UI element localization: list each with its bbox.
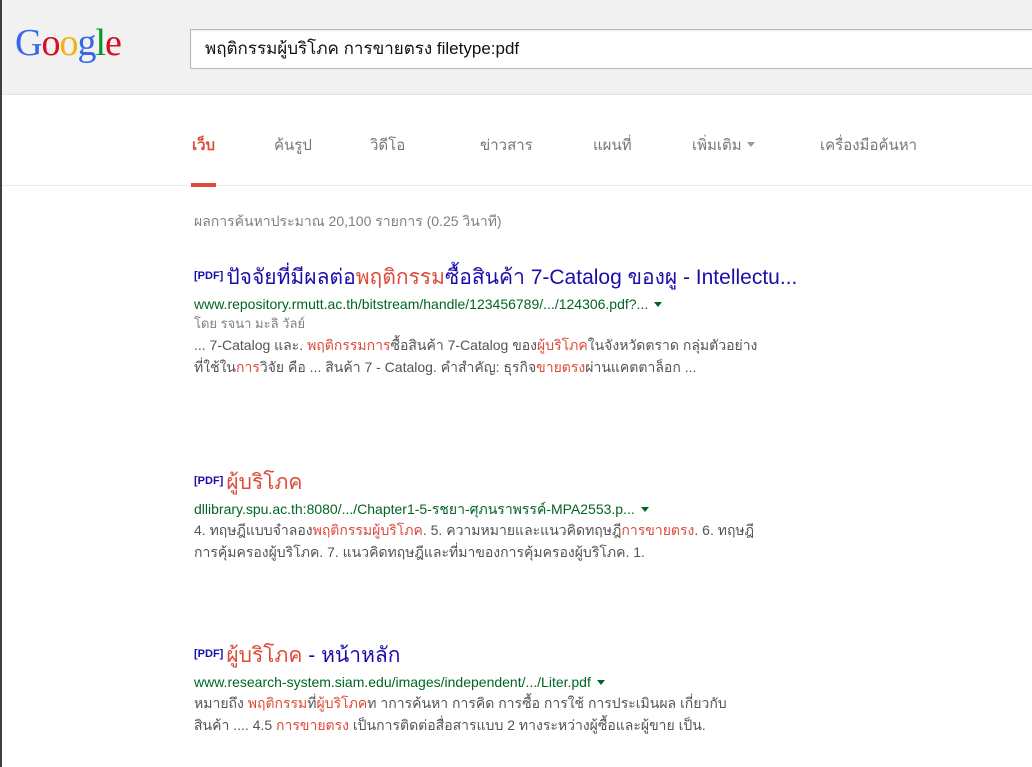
snippet-part: ซื้อสินค้า 7-Catalog ของ — [390, 337, 538, 353]
snippet-part: ... 7-Catalog และ. — [194, 337, 308, 353]
tab-videos[interactable]: วิดีโอ — [370, 133, 405, 187]
tab-news[interactable]: ข่าวสาร — [480, 133, 533, 187]
snippet-part: ที่ — [307, 695, 317, 711]
snippet-part: . 6. ทฤษฎี — [694, 522, 755, 538]
title-part: - หน้าหลัก — [302, 644, 401, 667]
result-title-link[interactable]: [PDF] ผู้บริโภค - หน้าหลัก — [194, 643, 1014, 669]
snippet-part: ท าการค้นหา การคิด การซื้อ การใช้ การประ… — [367, 695, 727, 711]
snippet-part: ที่ใช้ใน — [194, 359, 236, 375]
logo-letter: g — [77, 22, 96, 64]
tab-maps[interactable]: แผนที่ — [593, 133, 632, 187]
snippet-highlight: ขายตรง — [536, 359, 586, 375]
snippet-part: สินค้า .... 4.5 — [194, 717, 277, 733]
snippet-part: หมายถึง — [194, 695, 248, 711]
snippet-line: 4. ทฤษฎีแบบจำลองพฤติกรรมผู้บริโภค. 5. คว… — [194, 519, 1014, 541]
url-dropdown-icon[interactable] — [640, 506, 649, 512]
result-url: www.repository.rmutt.ac.th/bitstream/han… — [194, 294, 1014, 314]
snippet-part: ผ่านแคตตาล็อก ... — [585, 359, 697, 375]
google-logo[interactable]: Google — [15, 21, 122, 65]
chevron-down-icon — [746, 141, 755, 147]
snippet-highlight: พฤติกรรมผู้บริโภค — [312, 522, 423, 538]
title-highlight: พฤติกรรม — [355, 266, 445, 289]
title-highlight: ผู้บริโภค — [226, 644, 303, 667]
url-text: www.repository.rmutt.ac.th/bitstream/han… — [194, 296, 649, 312]
search-result: [PDF] ผู้บริโภค dllibrary.spu.ac.th:8080/… — [194, 470, 1014, 563]
snippet-line: การคุ้มครองผู้บริโภค. 7. แนวคิดทฤษฎีและท… — [194, 541, 1014, 563]
snippet-line: ที่ใช้ในการวิจัย คือ ... สินค้า 7 - Cata… — [194, 356, 1014, 378]
search-result: [PDF] ปัจจัยที่มีผลต่อพฤติกรรมซื้อสินค้า … — [194, 265, 1014, 378]
search-input[interactable]: พฤติกรรมผู้บริโภค การขายตรง filetype:pdf — [205, 30, 519, 68]
tab-label: เว็บ — [192, 137, 216, 154]
tab-search-tools[interactable]: เครื่องมือค้นหา — [820, 133, 917, 187]
tabs-bar: เว็บ ค้นรูป วิดีโอ ข่าวสาร แผนที่ เพิ่มเ… — [2, 95, 1032, 187]
pdf-badge: [PDF] — [194, 270, 224, 282]
snippet-part: วิจัย คือ ... สินค้า 7 - Catalog. คำสำคั… — [259, 359, 537, 375]
title-highlight: ผู้บริโภค — [226, 471, 303, 494]
url-dropdown-icon[interactable] — [596, 679, 605, 685]
title-part: ปัจจัยที่มีผลต่อ — [226, 266, 356, 289]
tab-label: เครื่องมือค้นหา — [820, 137, 918, 154]
snippet-part: . 5. ความหมายและแนวคิดทฤษฎี — [422, 522, 622, 538]
snippet-part: 4. ทฤษฎีแบบจำลอง — [194, 522, 313, 538]
snippet-line: ... 7-Catalog และ. พฤติกรรมการซื้อสินค้า… — [194, 334, 1014, 356]
snippet-part: การคุ้มครองผู้บริโภค. 7. แนวคิดทฤษฎีและท… — [194, 544, 645, 560]
logo-letter: G — [15, 22, 42, 64]
tab-label: วิดีโอ — [370, 137, 406, 154]
snippet-line: สินค้า .... 4.5 การขายตรง เป็นการติดต่อส… — [194, 714, 1014, 736]
snippet-highlight: พฤติกรรมการ — [307, 337, 391, 353]
snippet-highlight: การขายตรง — [276, 717, 349, 733]
tab-more[interactable]: เพิ่มเติม — [692, 133, 755, 187]
snippet-highlight: การขายตรง — [621, 522, 695, 538]
tab-label: แผนที่ — [593, 137, 632, 154]
snippet-highlight: การ — [235, 359, 260, 375]
search-result: [PDF] ผู้บริโภค - หน้าหลัก www.research-s… — [194, 643, 1014, 736]
logo-letter: o — [59, 22, 78, 64]
result-snippet: ... 7-Catalog และ. พฤติกรรมการซื้อสินค้า… — [194, 334, 1014, 378]
result-title-link[interactable]: [PDF] ผู้บริโภค — [194, 470, 1014, 496]
result-url: www.research-system.siam.edu/images/inde… — [194, 672, 1014, 692]
url-text: dllibrary.spu.ac.th:8080/.../Chapter1-5-… — [194, 501, 635, 517]
snippet-highlight: ผู้บริโภค — [537, 337, 588, 353]
tab-web[interactable]: เว็บ — [190, 133, 217, 187]
pdf-badge: [PDF] — [194, 475, 224, 487]
result-snippet: หมายถึง พฤติกรรมที่ผู้บริโภคท าการค้นหา … — [194, 692, 1014, 736]
result-title-link[interactable]: [PDF] ปัจจัยที่มีผลต่อพฤติกรรมซื้อสินค้า … — [194, 265, 1014, 291]
browser-frame: Google พฤติกรรมผู้บริโภค การขายตรง filet… — [0, 0, 1032, 767]
snippet-part: เป็นการติดต่อสื่อสารแบบ 2 ทางระหว่างผู้ซ… — [348, 717, 706, 733]
snippet-part: ในจังหวัดตราด กลุ่มตัวอย่าง — [587, 337, 758, 353]
url-text: www.research-system.siam.edu/images/inde… — [194, 674, 591, 690]
logo-letter: e — [105, 22, 122, 64]
title-part: ซื้อสินค้า 7-Catalog ของผู - Intellectu.… — [445, 266, 798, 289]
url-dropdown-icon[interactable] — [654, 301, 663, 307]
tab-label: ข่าวสาร — [480, 137, 533, 154]
pdf-badge: [PDF] — [194, 648, 224, 660]
result-snippet: 4. ทฤษฎีแบบจำลองพฤติกรรมผู้บริโภค. 5. คว… — [194, 519, 1014, 563]
tab-label: ค้นรูป — [274, 137, 312, 154]
tab-label: เพิ่มเติม — [692, 137, 742, 154]
snippet-highlight: ผู้บริโภค — [316, 695, 368, 711]
snippet-highlight: พฤติกรรม — [247, 695, 308, 711]
search-box[interactable]: พฤติกรรมผู้บริโภค การขายตรง filetype:pdf — [190, 29, 1032, 69]
logo-letter: l — [95, 22, 106, 64]
result-url: dllibrary.spu.ac.th:8080/.../Chapter1-5-… — [194, 499, 1014, 519]
logo-letter: o — [41, 22, 60, 64]
snippet-line: หมายถึง พฤติกรรมที่ผู้บริโภคท าการค้นหา … — [194, 692, 1014, 714]
tab-images[interactable]: ค้นรูป — [274, 133, 312, 187]
result-stats: ผลการค้นหาประมาณ 20,100 รายการ (0.25 วิน… — [194, 213, 502, 229]
result-author: โดย รจนา มะลิ วัลย์ — [194, 316, 306, 331]
header-bar: Google พฤติกรรมผู้บริโภค การขายตรง filet… — [2, 0, 1032, 95]
